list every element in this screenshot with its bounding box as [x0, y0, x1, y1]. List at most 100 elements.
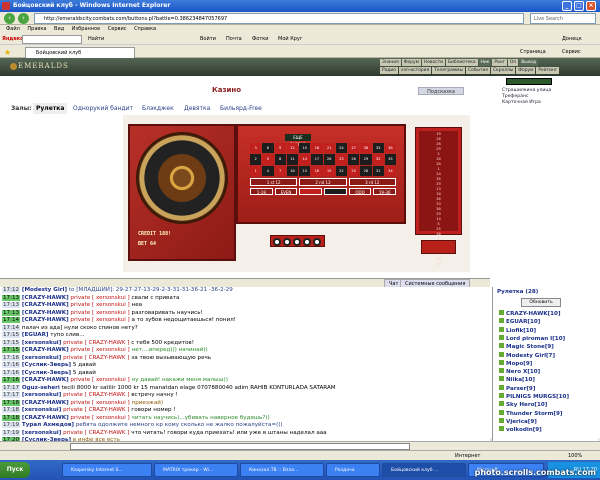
nav-history[interactable]: хэп-история	[398, 67, 432, 74]
chip-icon[interactable]	[293, 238, 301, 246]
message-user[interactable]: [xersonskui]	[22, 340, 61, 346]
roulette-wheel[interactable]	[136, 132, 228, 224]
user-item[interactable]: volkodin[9]	[499, 426, 542, 434]
bet-19-36[interactable]: 19-36	[373, 188, 397, 195]
task-combats[interactable]: Бойцовский клуб ...	[382, 463, 466, 477]
message-user[interactable]: [CRAZY-HAWK]	[22, 415, 69, 421]
nav-rank[interactable]: Ранг	[492, 59, 507, 66]
message-user[interactable]: [CRAZY-HAWK]	[22, 302, 69, 308]
message-user[interactable]: [CRAZY-HAWK]	[22, 310, 69, 316]
nav-scrolls[interactable]: Скроллы	[490, 67, 516, 74]
user-info-icon[interactable]	[499, 401, 504, 407]
message-user[interactable]: [CRAZY-HAWK]	[22, 377, 69, 383]
user-info-icon[interactable]	[499, 426, 504, 432]
number-cell[interactable]: 15	[299, 143, 311, 154]
user-info-icon[interactable]	[499, 393, 504, 398]
user-item[interactable]: Lord piroman I[10]	[499, 334, 565, 343]
number-cell[interactable]: 12	[286, 143, 298, 154]
nav-radio[interactable]: Радио	[380, 67, 398, 74]
bet-odd[interactable]: ODD	[348, 188, 372, 195]
message-user[interactable]: [Modesty Girl]	[22, 287, 67, 293]
user-info-icon[interactable]	[499, 409, 504, 415]
number-cell[interactable]: 6	[262, 143, 274, 154]
message-private[interactable]: private [ xersonskui ]	[70, 302, 129, 308]
hall-billiard[interactable]: Бильярд-Free	[220, 103, 262, 114]
user-item[interactable]: Liofik[10]	[499, 326, 536, 335]
number-cell[interactable]: 2	[250, 154, 262, 165]
url-input[interactable]: http://emeraldscity.combats.com/buttons.…	[34, 13, 524, 24]
task-matrix[interactable]: MATRIX трекер - Wi...	[154, 463, 238, 477]
message-user[interactable]: [CRAZY-HAWK]	[22, 347, 69, 353]
message-user[interactable]: [xersonskui]	[22, 430, 61, 436]
link-card-game[interactable]: Карточная Игра	[502, 100, 541, 106]
user-item[interactable]: Magic Stone[9]	[499, 343, 554, 351]
nav-exit[interactable]: Выход	[519, 59, 539, 66]
number-cell[interactable]: 34	[384, 165, 396, 176]
message-private[interactable]: private [ xersonskui ]	[70, 415, 129, 421]
yandex-login[interactable]: Войти	[200, 34, 216, 45]
chip-icon[interactable]	[273, 238, 281, 246]
number-cell[interactable]: 10	[286, 165, 298, 176]
hall-one-armed-bandit[interactable]: Однорукий бандит	[73, 103, 133, 114]
number-cell[interactable]: 19	[323, 165, 335, 176]
user-info-icon[interactable]	[499, 417, 504, 423]
number-cell[interactable]: 32	[372, 154, 384, 165]
spin-controls[interactable]	[421, 240, 456, 254]
menu-favorites[interactable]: Избранное	[72, 26, 100, 32]
user-item[interactable]: Nero X[10]	[499, 368, 540, 376]
number-cell[interactable]: 4	[262, 165, 274, 176]
user-item[interactable]: Niika[10]	[499, 376, 535, 384]
message-user[interactable]: Турал Ахмедов]	[22, 422, 74, 428]
maximize-icon[interactable]: □	[574, 1, 584, 11]
user-info-icon[interactable]	[499, 376, 504, 382]
favorites-star-icon[interactable]: ★	[4, 48, 11, 57]
menu-help[interactable]: Справка	[134, 26, 156, 32]
message-user[interactable]: [CRAZY-HAWK]	[22, 317, 69, 323]
user-item[interactable]: EGUAR[10]	[499, 318, 540, 326]
user-info-icon[interactable]	[499, 368, 504, 374]
again-button[interactable]: ЕЩЕ РАЗОК?	[285, 134, 311, 147]
message-user[interactable]: [CRAZY-HAWK]	[22, 295, 69, 301]
user-info-icon[interactable]	[499, 318, 504, 324]
message-user[interactable]: [xersonskui]	[22, 392, 61, 398]
nav-telegrams[interactable]: Телеграммы	[432, 67, 465, 74]
user-info-icon[interactable]	[499, 359, 504, 365]
forward-icon[interactable]: ›	[18, 13, 29, 24]
minimize-icon[interactable]: _	[562, 1, 572, 11]
number-cell[interactable]: 11	[286, 154, 298, 165]
message-user[interactable]: [Суслик-Зверь]	[22, 362, 71, 368]
chip-icon[interactable]	[313, 238, 321, 246]
yandex-mykrug[interactable]: Мой Круг	[278, 34, 303, 45]
page-menu[interactable]: Страница	[520, 47, 546, 57]
number-cell[interactable]: 29	[360, 154, 372, 165]
refresh-button[interactable]: Обновить	[521, 298, 561, 307]
number-cell[interactable]: 22	[335, 165, 347, 176]
number-cell[interactable]: 33	[372, 143, 384, 154]
bet-black[interactable]	[324, 188, 347, 195]
bet-1-18[interactable]: 1-18	[250, 188, 273, 195]
user-info-icon[interactable]	[499, 343, 504, 349]
message-user[interactable]: [xersonskui]	[22, 407, 61, 413]
number-cell[interactable]: 7	[274, 165, 286, 176]
user-info-icon[interactable]	[499, 310, 504, 315]
back-icon[interactable]: ‹	[4, 13, 15, 24]
close-icon[interactable]: ×	[586, 1, 596, 11]
user-info-icon[interactable]	[499, 384, 504, 390]
nav-znaniya[interactable]: Знания	[380, 59, 401, 66]
number-cell[interactable]: 8	[274, 154, 286, 165]
number-cell[interactable]: 13	[299, 165, 311, 176]
menu-tools[interactable]: Сервис	[108, 26, 127, 32]
dozen-1[interactable]: 1 st 12	[250, 178, 298, 186]
message-private[interactable]: private [ CRAZY-HAWK ]	[63, 430, 129, 436]
message-private[interactable]: private [ CRAZY-HAWK ]	[63, 355, 129, 361]
number-cell[interactable]: 16	[311, 165, 323, 176]
number-cell[interactable]: 3	[250, 143, 262, 154]
number-cell[interactable]: 30	[360, 143, 372, 154]
number-cell[interactable]: 20	[323, 154, 335, 165]
nav-news[interactable]: Новости	[421, 59, 446, 66]
user-info-icon[interactable]	[499, 326, 504, 332]
user-info-icon[interactable]	[499, 334, 504, 340]
number-cell[interactable]: 28	[360, 165, 372, 176]
number-cell[interactable]: 31	[372, 165, 384, 176]
message-user[interactable]: [CRAZY-HAWK]	[22, 400, 69, 406]
